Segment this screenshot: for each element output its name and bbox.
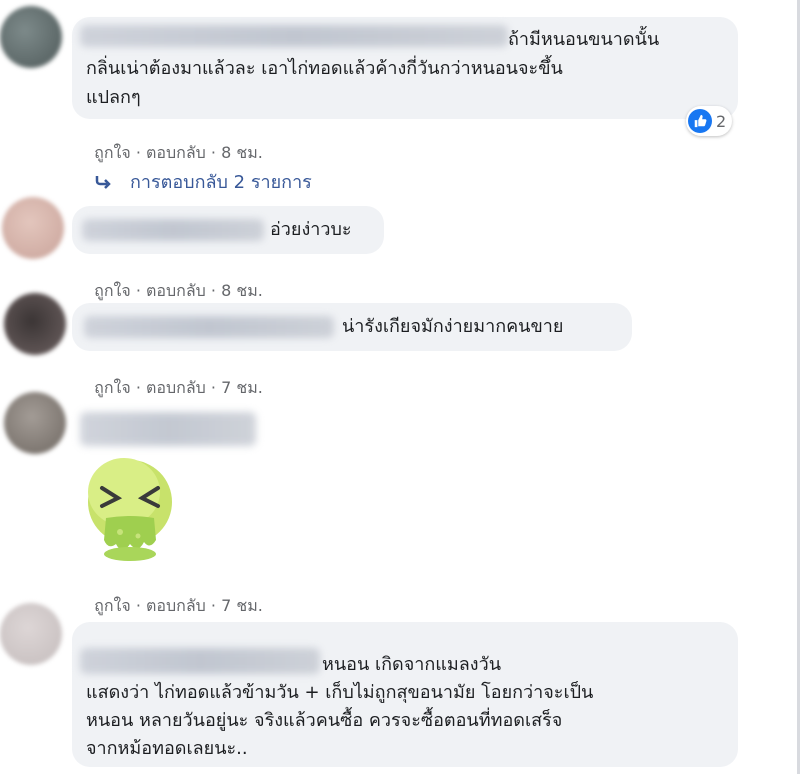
timestamp[interactable]: 8 ชม. <box>221 281 263 300</box>
view-replies-link[interactable]: การตอบกลับ 2 รายการ <box>94 167 312 196</box>
comment-text-line: จากหม้อทอดเลยนะ.. <box>86 738 248 759</box>
timestamp[interactable]: 7 ชม. <box>221 596 263 615</box>
commenter-name[interactable] <box>80 648 320 674</box>
commenter-name[interactable] <box>80 412 256 446</box>
comment-bubble: ถ้ามีหนอนขนาดนั้น กลิ่นเน่าต้องมาแล้วละ … <box>72 17 738 119</box>
timestamp[interactable]: 7 ชม. <box>221 378 263 397</box>
like-link[interactable]: ถูกใจ <box>94 281 131 300</box>
comment-text-line: หนอน หลายวันอยู่นะ จริงแล้วคนซื้อ ควรจะซ… <box>86 710 563 731</box>
comment-text-line: แปลกๆ <box>86 87 141 108</box>
reply-link[interactable]: ตอบกลับ <box>146 281 206 300</box>
avatar[interactable] <box>0 603 62 665</box>
comment-actions: ถูกใจ · ตอบกลับ · 7 ชม. <box>94 378 263 397</box>
reaction-count-label: 2 <box>716 111 727 131</box>
avatar[interactable] <box>0 6 62 68</box>
comment-text-line: หนอน เกิดจากแมลงวัน <box>322 654 501 675</box>
timestamp[interactable]: 8 ชม. <box>221 143 263 162</box>
comment-actions: ถูกใจ · ตอบกลับ · 7 ชม. <box>94 596 263 615</box>
commenter-name[interactable] <box>82 219 264 241</box>
commenter-name[interactable] <box>84 316 334 338</box>
reply-link[interactable]: ตอบกลับ <box>146 378 206 397</box>
avatar[interactable] <box>2 197 64 259</box>
comment-text-line: อ่วยง่าวบะ <box>270 219 352 240</box>
reply-arrow-icon <box>95 175 111 189</box>
like-link[interactable]: ถูกใจ <box>94 378 131 397</box>
view-replies-label: การตอบกลับ 2 รายการ <box>130 172 312 193</box>
comment-text-line: แสดงว่า ไก่ทอดแล้วข้ามวัน + เก็บไม่ถูกสุ… <box>86 682 594 703</box>
comment-text-line: น่ารังเกียจมักง่ายมากคนขาย <box>342 316 564 337</box>
commenter-name[interactable] <box>80 25 508 47</box>
avatar[interactable] <box>4 392 66 454</box>
comment-actions: ถูกใจ · ตอบกลับ · 8 ชม. <box>94 281 263 300</box>
comment-actions: ถูกใจ · ตอบกลับ · 8 ชม. <box>94 143 263 162</box>
like-link[interactable]: ถูกใจ <box>94 596 131 615</box>
reply-link[interactable]: ตอบกลับ <box>146 596 206 615</box>
comment-bubble: อ่วยง่าวบะ <box>72 206 384 254</box>
avatar[interactable] <box>4 293 66 355</box>
comment-text-line: ถ้ามีหนอนขนาดนั้น <box>508 29 660 50</box>
comment-bubble: หนอน เกิดจากแมลงวัน แสดงว่า ไก่ทอดแล้วข้… <box>72 622 738 767</box>
thumbs-up-icon <box>688 109 712 133</box>
reply-link[interactable]: ตอบกลับ <box>146 143 206 162</box>
reaction-count[interactable]: 2 <box>686 106 733 136</box>
like-link[interactable]: ถูกใจ <box>94 143 131 162</box>
vomit-sticker-icon[interactable] <box>80 450 190 570</box>
comment-text-line: กลิ่นเน่าต้องมาแล้วละ เอาไก่ทอดแล้วค้างก… <box>86 58 563 79</box>
comment-bubble: น่ารังเกียจมักง่ายมากคนขาย <box>72 303 632 351</box>
